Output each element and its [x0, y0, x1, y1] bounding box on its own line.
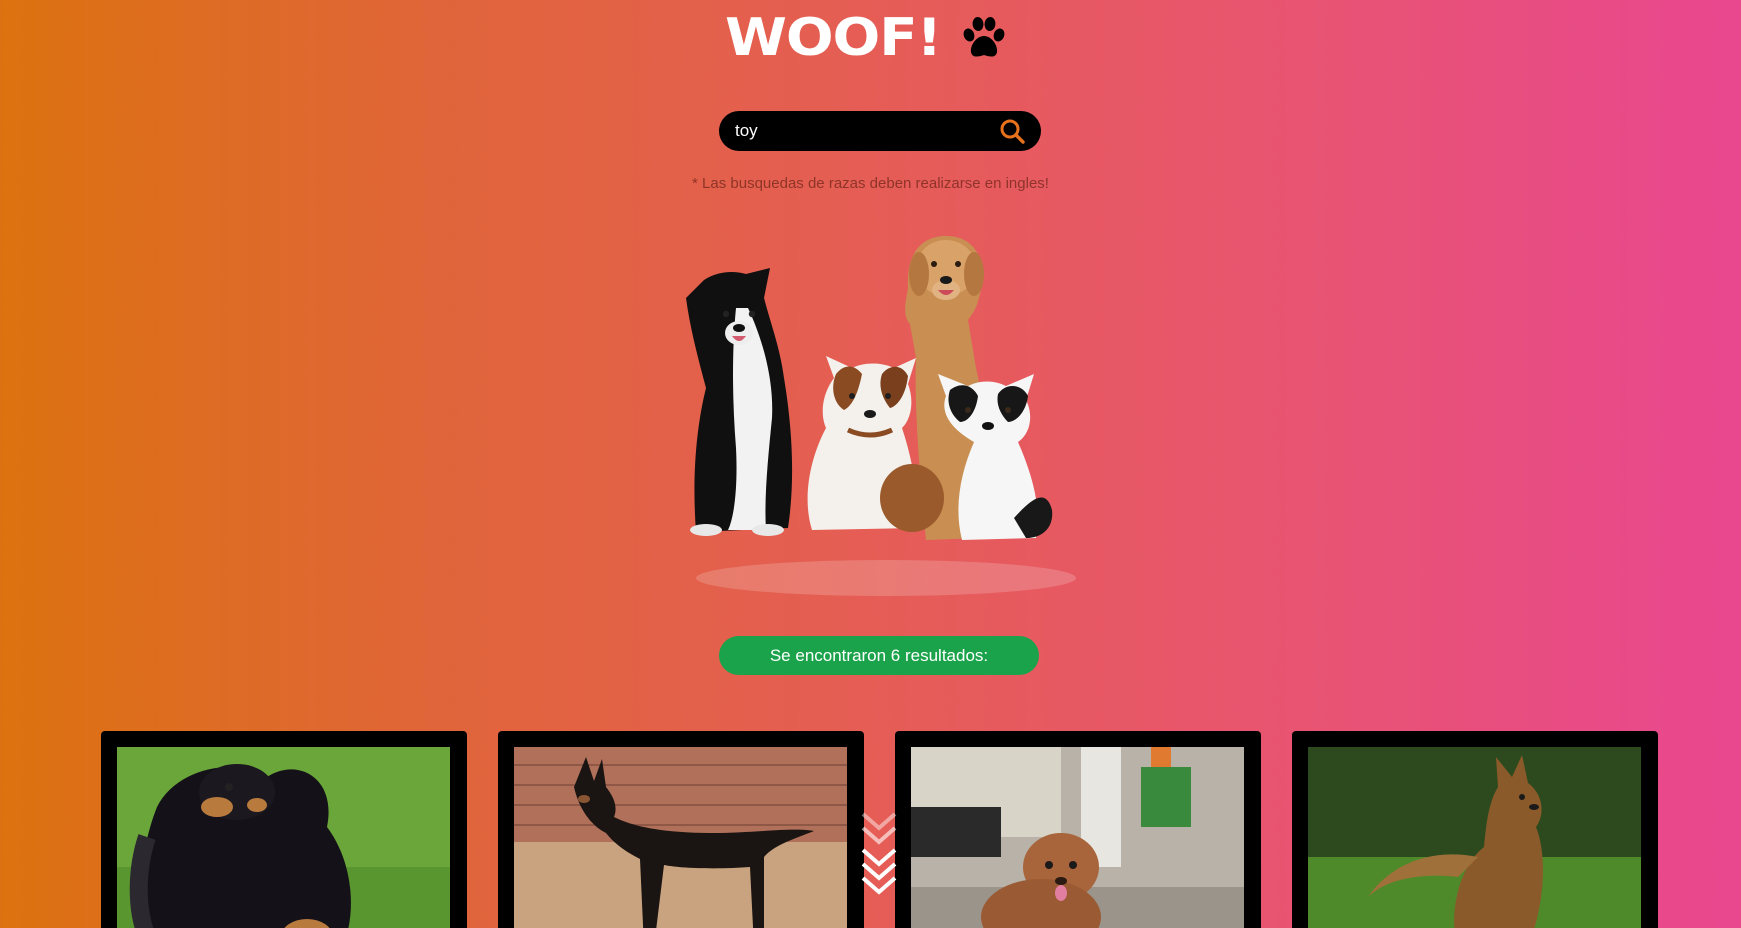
dog-photo-spaniel [117, 747, 450, 928]
dog-photo-pinscher [514, 747, 847, 928]
search-bar [719, 111, 1041, 151]
results-count-badge: Se encontraron 6 resultados: [719, 636, 1039, 675]
search-icon [1000, 119, 1025, 144]
search-hint: * Las busquedas de razas deben realizars… [692, 175, 1049, 192]
border-collie-figure [686, 268, 793, 536]
site-header: WOOF! [0, 8, 1741, 68]
dog-card[interactable] [1292, 731, 1658, 928]
scroll-down-icon[interactable] [860, 808, 898, 904]
site-logo[interactable]: WOOF! [725, 8, 942, 68]
dog-photo-poodle [911, 747, 1244, 928]
search-input[interactable] [735, 116, 997, 146]
dog-card[interactable] [101, 731, 467, 928]
paw-icon [963, 17, 1004, 57]
dogs-group-image [686, 236, 1076, 596]
dog-card[interactable] [498, 731, 864, 928]
dog-card[interactable] [895, 731, 1261, 928]
dog-photo-terrier [1308, 747, 1641, 928]
search-button[interactable] [997, 116, 1027, 146]
